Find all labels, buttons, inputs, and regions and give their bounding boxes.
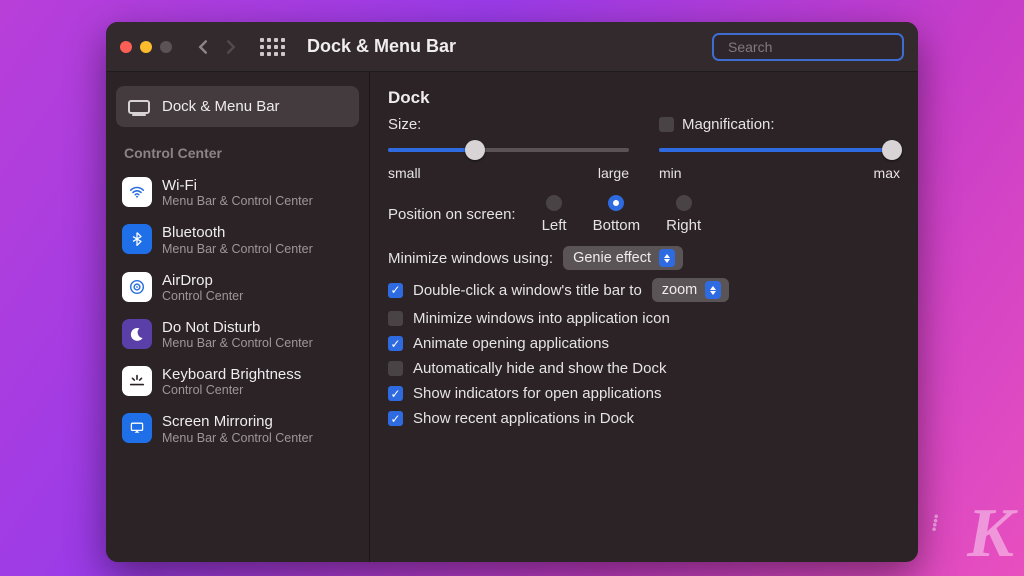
sidebar-item-keyboard-brightness[interactable]: Keyboard BrightnessControl Center	[116, 358, 359, 405]
wifi-icon	[122, 177, 152, 207]
sidebar-item-screen-mirroring[interactable]: Screen MirroringMenu Bar & Control Cente…	[116, 405, 359, 452]
dock-icon	[128, 100, 150, 114]
double-click-action-select[interactable]: zoom	[652, 278, 729, 302]
traffic-lights	[120, 41, 178, 53]
animate-opening-checkbox[interactable]	[388, 336, 403, 351]
magnification-label: Magnification:	[682, 116, 775, 133]
moon-icon	[122, 319, 152, 349]
preferences-window: Dock & Menu Bar Dock & Menu Bar Control …	[106, 22, 918, 562]
bluetooth-icon	[122, 224, 152, 254]
sidebar-item-dock-menu-bar[interactable]: Dock & Menu Bar	[116, 86, 359, 127]
sidebar-section-label: Control Center	[124, 145, 351, 161]
window-title: Dock & Menu Bar	[307, 36, 456, 57]
sidebar-item-label: Dock & Menu Bar	[162, 98, 280, 115]
position-left-radio[interactable]	[546, 195, 562, 211]
double-click-checkbox[interactable]	[388, 283, 403, 298]
double-click-label: Double-click a window's title bar to	[413, 282, 642, 299]
position-right-radio[interactable]	[676, 195, 692, 211]
autohide-dock-checkbox[interactable]	[388, 361, 403, 376]
sidebar: Dock & Menu Bar Control Center Wi-FiMenu…	[106, 72, 370, 562]
show-indicators-checkbox[interactable]	[388, 386, 403, 401]
magnification-slider[interactable]	[659, 139, 900, 161]
zoom-icon	[160, 41, 172, 53]
chevron-updown-icon	[705, 281, 721, 299]
sidebar-item-airdrop[interactable]: AirDropControl Center	[116, 264, 359, 311]
search-input[interactable]	[728, 39, 909, 55]
nav-arrows	[196, 40, 238, 54]
watermark-logo: K	[967, 494, 1014, 574]
keyboard-brightness-icon	[122, 366, 152, 396]
search-field[interactable]	[712, 33, 904, 61]
position-bottom-radio[interactable]	[608, 195, 624, 211]
minimize-using-label: Minimize windows using:	[388, 250, 553, 267]
size-slider[interactable]	[388, 139, 629, 161]
back-icon[interactable]	[196, 40, 210, 54]
section-heading: Dock	[388, 88, 900, 108]
minimize-effect-select[interactable]: Genie effect	[563, 246, 683, 270]
minimize-into-icon-checkbox[interactable]	[388, 311, 403, 326]
sidebar-item-wifi[interactable]: Wi-FiMenu Bar & Control Center	[116, 169, 359, 216]
screen-mirroring-icon	[122, 413, 152, 443]
sidebar-item-bluetooth[interactable]: BluetoothMenu Bar & Control Center	[116, 216, 359, 263]
show-all-icon[interactable]	[260, 38, 285, 56]
position-label: Position on screen:	[388, 206, 516, 223]
close-icon[interactable]	[120, 41, 132, 53]
sidebar-item-dnd[interactable]: Do Not DisturbMenu Bar & Control Center	[116, 311, 359, 358]
minimize-icon[interactable]	[140, 41, 152, 53]
forward-icon	[224, 40, 238, 54]
chevron-updown-icon	[659, 249, 675, 267]
size-label: Size:	[388, 116, 629, 133]
main-panel: Dock Size: smalllarge Magnification: min…	[370, 72, 918, 562]
show-recent-checkbox[interactable]	[388, 411, 403, 426]
titlebar: Dock & Menu Bar	[106, 22, 918, 72]
magnification-checkbox[interactable]	[659, 117, 674, 132]
airdrop-icon	[122, 272, 152, 302]
